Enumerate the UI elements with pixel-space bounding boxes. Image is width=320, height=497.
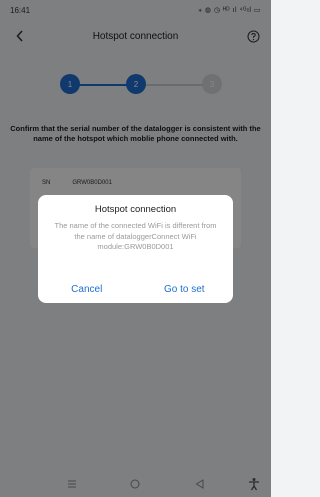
go-to-set-button[interactable]: Go to set	[136, 284, 234, 295]
dialog-actions: Cancel Go to set	[38, 275, 233, 303]
dialog-message: The name of the connected WiFi is differ…	[54, 221, 217, 251]
dialog-title: Hotspot connection	[94, 204, 177, 215]
hotspot-dialog: Hotspot connection The name of the conne…	[38, 195, 233, 303]
cancel-button[interactable]: Cancel	[38, 284, 136, 295]
